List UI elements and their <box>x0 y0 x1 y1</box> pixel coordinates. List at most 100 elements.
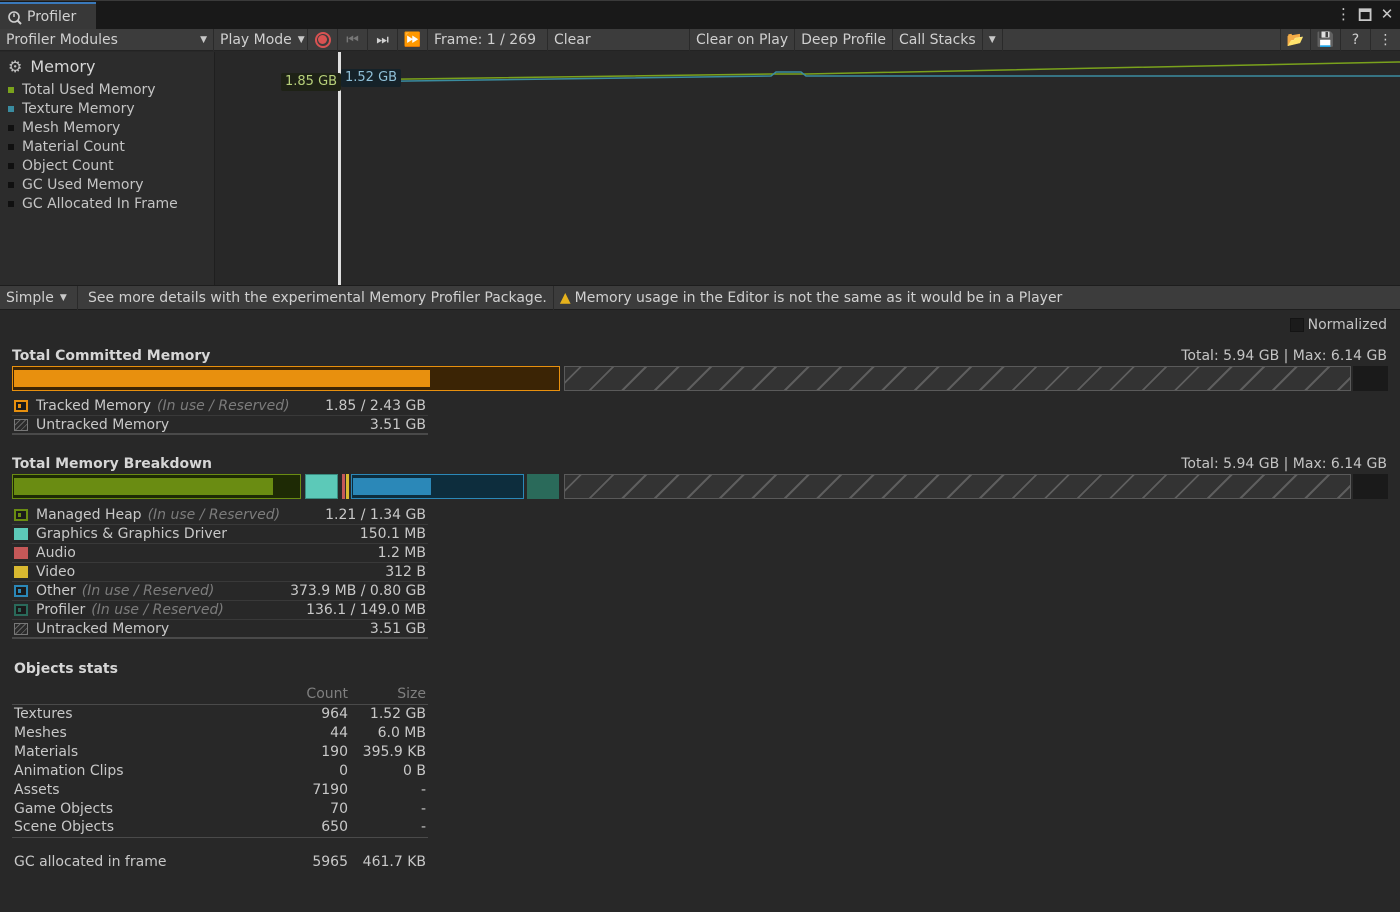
view-mode-dropdown[interactable]: Simple ▼ <box>0 285 78 310</box>
memory-module-panel[interactable]: ⚙ Memory Total Used Memory Texture Memory… <box>0 52 215 285</box>
legend-value: 1.21 / 1.34 GB <box>325 507 426 523</box>
tracked-memory-bar[interactable] <box>12 366 560 391</box>
legend-row[interactable]: Untracked Memory 3.51 GB <box>12 416 428 435</box>
options-button[interactable]: ⋮ <box>1370 29 1400 51</box>
clear-on-play-button[interactable]: Clear on Play <box>690 28 796 51</box>
memory-graph[interactable]: 1.85 GB 1.52 GB <box>216 52 1400 285</box>
chevron-down-icon: ▼ <box>988 34 996 45</box>
current-frame-button[interactable]: ⏩ <box>398 28 428 51</box>
objects-stats-row: Game Objects 70 - <box>12 799 428 818</box>
next-frame-button[interactable]: ⏭ <box>368 28 398 51</box>
legend-row[interactable]: Tracked Memory (In use / Reserved) 1.85 / … <box>12 397 428 416</box>
gc-allocated-count: 5965 <box>312 854 348 870</box>
close-icon[interactable]: ✕ <box>1380 5 1394 30</box>
legend-swatch <box>14 566 28 578</box>
stats-size: - <box>420 800 426 817</box>
legend-label: Managed Heap <box>36 507 142 523</box>
counter-label: GC Allocated In Frame <box>22 195 178 212</box>
normalized-checkbox[interactable] <box>1289 318 1304 332</box>
memory-counter-item[interactable]: Object Count <box>0 156 214 175</box>
stats-count: 44 <box>330 724 348 741</box>
legend-label: Graphics & Graphics Driver <box>36 526 227 542</box>
deep-profile-button[interactable]: Deep Profile <box>795 28 894 51</box>
memory-counter-item[interactable]: GC Allocated In Frame <box>0 194 214 213</box>
record-icon <box>314 31 331 48</box>
counter-label: GC Used Memory <box>22 176 144 193</box>
legend-row[interactable]: Other (In use / Reserved) 373.9 MB / 0.80 … <box>12 582 428 601</box>
legend-label: Untracked Memory <box>36 416 170 433</box>
call-stacks-dropdown[interactable]: ▼ <box>983 28 1003 51</box>
save-button[interactable]: 💾 <box>1310 29 1340 51</box>
counter-color-swatch <box>8 86 14 93</box>
stats-size: 6.0 MB <box>377 724 426 741</box>
first-frame-button[interactable]: ⏮ <box>338 28 368 51</box>
legend-row[interactable]: Audio 1.2 MB <box>12 544 428 563</box>
objects-stats-title: Objects stats <box>14 661 118 677</box>
chevron-down-icon: ▼ <box>297 34 305 45</box>
counter-label: Material Count <box>22 138 125 155</box>
call-stacks-button[interactable]: Call Stacks <box>893 28 983 51</box>
profiler-icon <box>6 8 24 26</box>
memory-counter-item[interactable]: Total Used Memory <box>0 80 214 99</box>
memory-counter-item[interactable]: Texture Memory <box>0 99 214 118</box>
help-button[interactable]: ? <box>1340 29 1370 51</box>
gc-allocated-row: GC allocated in frame 5965 461.7 KB <box>12 854 428 870</box>
legend-hint: (In use / Reserved) <box>81 583 215 599</box>
chevron-down-icon: ▼ <box>200 34 207 45</box>
other-memory-bar[interactable] <box>351 474 524 499</box>
legend-hint: (In use / Reserved) <box>157 398 290 414</box>
stats-count: 964 <box>321 705 348 722</box>
legend-row[interactable]: Managed Heap (In use / Reserved) 1.21 / 1.… <box>12 506 428 525</box>
untracked-memory-bar[interactable] <box>564 474 1351 499</box>
clear-button[interactable]: Clear <box>548 28 690 51</box>
normalized-toggle[interactable]: Normalized <box>1289 317 1387 333</box>
load-button[interactable]: 📂 <box>1280 29 1310 51</box>
record-button[interactable] <box>308 28 338 51</box>
profiler-modules-label: Profiler Modules <box>6 31 118 48</box>
legend-label: Tracked Memory <box>36 398 152 414</box>
stats-name: Scene Objects <box>12 818 270 838</box>
profiler-tab[interactable]: Profiler <box>0 2 96 30</box>
legend-label: Other <box>36 583 76 599</box>
maximize-icon[interactable]: 🗖 <box>1358 5 1372 30</box>
editor-memory-warning: ▲ Memory usage in the Editor is not the … <box>554 286 1068 310</box>
profiler-tab-label: Profiler <box>27 9 77 25</box>
memory-profiler-package-link[interactable]: See more details with the experimental M… <box>78 285 554 310</box>
objects-stats-row: Materials 190 395.9 KB <box>12 742 428 761</box>
profiler-modules-dropdown[interactable]: Profiler Modules ▼ <box>0 28 214 51</box>
play-mode-dropdown[interactable]: Play Mode ▼ <box>214 28 308 51</box>
managed-heap-bar[interactable] <box>12 474 301 499</box>
memory-counters-list: Total Used Memory Texture Memory Mesh Memo… <box>0 80 214 213</box>
audio-bar[interactable] <box>342 474 345 499</box>
memory-counter-item[interactable]: Material Count <box>0 137 214 156</box>
memory-breakdown-legend: Managed Heap (In use / Reserved) 1.21 / 1.… <box>12 506 428 639</box>
video-bar[interactable] <box>346 474 349 499</box>
memory-counter-item[interactable]: Mesh Memory <box>0 118 214 137</box>
memory-counter-item[interactable]: GC Used Memory <box>0 175 214 194</box>
legend-swatch <box>14 418 28 431</box>
max-memory-remaining <box>1353 366 1388 391</box>
total-committed-memory-title: Total Committed Memory <box>12 348 211 364</box>
legend-row[interactable]: Video 312 B <box>12 563 428 582</box>
texture-memory-value-label: 1.52 GB <box>341 69 402 87</box>
last-frame-icon: ⏩ <box>403 31 422 48</box>
legend-row[interactable]: Profiler (In use / Reserved) 136.1 / 149.0… <box>12 601 428 620</box>
legend-row[interactable]: Graphics & Graphics Driver 150.1 MB <box>12 525 428 544</box>
legend-row[interactable]: Untracked Memory 3.51 GB <box>12 620 428 639</box>
step-back-icon: ⏮ <box>346 31 359 48</box>
legend-value: 312 B <box>385 564 426 580</box>
kebab-icon[interactable]: ⋮ <box>1336 5 1351 30</box>
counter-color-swatch <box>8 143 14 150</box>
memory-module-header[interactable]: ⚙ Memory <box>0 52 214 80</box>
legend-swatch <box>14 585 28 597</box>
untracked-memory-bar[interactable] <box>564 366 1351 391</box>
legend-label: Profiler <box>36 602 86 618</box>
profiler-memory-bar[interactable] <box>527 474 559 499</box>
legend-value: 1.85 / 2.43 GB <box>325 398 426 414</box>
frame-counter: Frame: 1 / 269 <box>428 28 548 51</box>
count-column-header: Count <box>270 685 350 705</box>
stats-count: 190 <box>321 743 348 760</box>
graphics-driver-bar[interactable] <box>305 474 338 499</box>
objects-stats-row: Scene Objects 650- <box>12 818 428 838</box>
counter-color-swatch <box>8 181 14 188</box>
